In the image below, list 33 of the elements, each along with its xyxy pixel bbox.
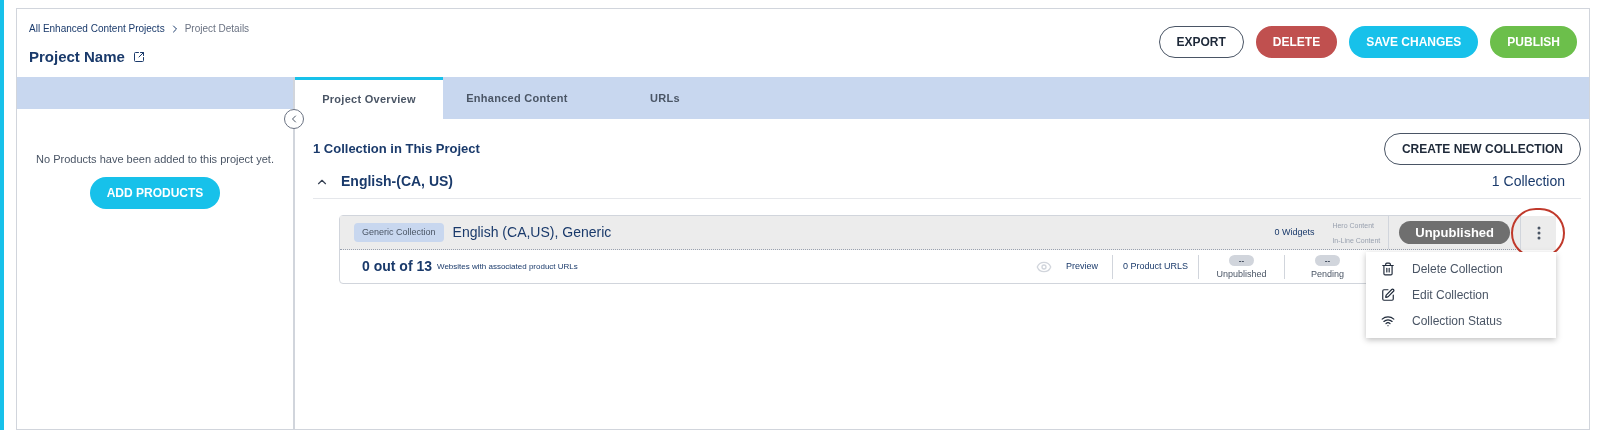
menu-item[interactable]: Delete Collection [1366, 256, 1556, 282]
collapse-button[interactable] [284, 109, 304, 129]
breadcrumb-link[interactable]: All Enhanced Content Projects [29, 21, 165, 36]
group-title: English-(CA, US) [341, 172, 453, 191]
collections-heading: 1 Collection in This Project [313, 140, 480, 159]
collection-count: 1 Collection [1491, 172, 1565, 191]
tab[interactable]: Enhanced Content [443, 77, 591, 119]
action-button[interactable]: EXPORT [1158, 26, 1244, 58]
menu-item[interactable]: Collection Status [1366, 308, 1556, 334]
chip-label: Unpublished [1216, 269, 1267, 279]
status-chip: -- [1314, 254, 1341, 266]
websites-label: Websites with associated product URLs [437, 260, 578, 273]
trash-icon [1381, 262, 1395, 276]
edit-icon [1381, 288, 1395, 302]
external-link-icon[interactable] [132, 51, 145, 64]
breadcrumb-current: Project Details [184, 22, 250, 36]
websites-count: 0 out of 13 [362, 257, 432, 276]
tab[interactable]: Project Overview [295, 77, 443, 119]
tab[interactable]: URLs [591, 77, 739, 119]
widgets-count: 0 Widgets [1274, 225, 1315, 239]
product-urls: 0 Product URLS [1111, 254, 1198, 279]
action-button[interactable]: DELETE [1255, 26, 1338, 58]
more-icon [1536, 226, 1541, 240]
chip-label: Pending [1311, 269, 1344, 279]
menu-item[interactable]: Edit Collection [1366, 282, 1556, 308]
collection-tag: Generic Collection [354, 222, 444, 243]
preview-link[interactable]: Preview [1065, 259, 1098, 274]
wifi-icon [1381, 314, 1395, 328]
collection-name: English (CA,US), Generic [452, 223, 612, 242]
project-title: Project Name [29, 47, 125, 67]
status-chip: -- [1228, 254, 1255, 266]
status-badge: Unpublished [1399, 220, 1510, 245]
empty-message: No Products have been added to this project yet. [35, 152, 275, 167]
